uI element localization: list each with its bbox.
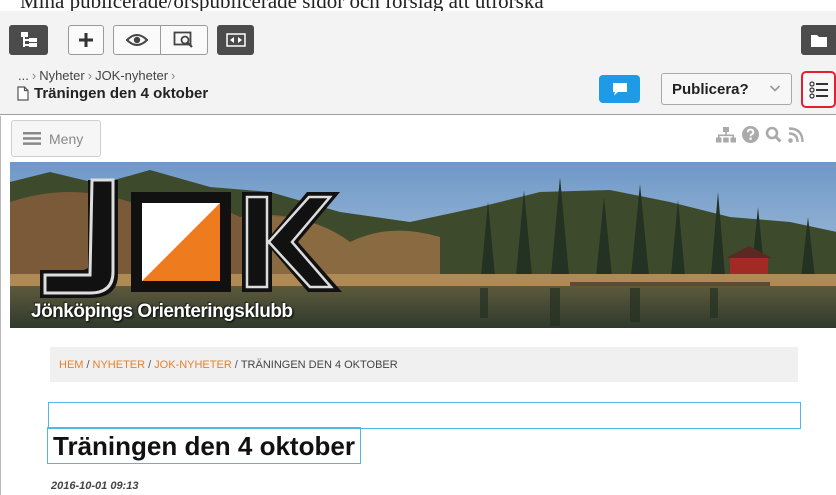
resize-horizontal-icon bbox=[225, 33, 246, 47]
page-document-icon bbox=[17, 86, 29, 101]
breadcrumb-item-nyheter[interactable]: Nyheter bbox=[39, 68, 85, 83]
add-button[interactable] bbox=[68, 25, 104, 55]
site-breadcrumb-jok-news[interactable]: JOK-NYHETER bbox=[154, 359, 232, 371]
folder-button[interactable] bbox=[801, 25, 836, 55]
plus-icon bbox=[79, 33, 93, 47]
site-preview: Meny Jönköpings Orienteringsklubb HEM / … bbox=[0, 116, 836, 495]
preview-search-icon bbox=[173, 31, 193, 48]
width-toggle-button[interactable] bbox=[217, 25, 254, 55]
view-button[interactable] bbox=[114, 26, 160, 54]
folder-icon bbox=[810, 34, 827, 47]
preview-button[interactable] bbox=[160, 26, 207, 54]
site-menu-button[interactable]: Meny bbox=[11, 120, 101, 157]
cut-off-tooltip: Mina publicerade/orspublicerade sidor oc… bbox=[0, 0, 836, 11]
help-icon[interactable] bbox=[742, 126, 759, 143]
list-icon bbox=[808, 80, 828, 99]
site-tree-icon bbox=[20, 32, 37, 47]
speech-bubble-icon bbox=[612, 83, 627, 96]
breadcrumb: ... › Nyheter › JOK-nyheter › bbox=[18, 68, 176, 83]
editable-empty-area[interactable] bbox=[48, 402, 801, 429]
menu-label: Meny bbox=[49, 130, 84, 147]
article-title[interactable]: Träningen den 4 oktober bbox=[47, 427, 361, 464]
breadcrumb-ellipsis[interactable]: ... bbox=[18, 68, 29, 83]
site-header-icons bbox=[716, 126, 804, 143]
rss-icon[interactable] bbox=[788, 126, 804, 143]
my-pages-list-button[interactable] bbox=[801, 71, 836, 108]
page-title-text: Träningen den 4 oktober bbox=[34, 85, 209, 102]
site-tree-button[interactable] bbox=[9, 25, 48, 55]
site-breadcrumb: HEM / NYHETER / JOK-NYHETER / TRÄNINGEN DEN 4 … bbox=[50, 347, 798, 382]
club-name: Jönköpings Orienteringsklubb bbox=[31, 301, 293, 322]
hamburger-icon bbox=[23, 132, 41, 145]
breadcrumb-item-jok-nyheter[interactable]: JOK-nyheter bbox=[95, 68, 168, 83]
chevron-down-icon bbox=[769, 85, 781, 92]
site-breadcrumb-current: TRÄNINGEN DEN 4 OKTOBER bbox=[240, 358, 398, 371]
tooltip-text: Mina publicerade/orspublicerade sidor oc… bbox=[0, 0, 836, 11]
article-date: 2016-10-01 09:13 bbox=[51, 480, 139, 492]
sitemap-icon[interactable] bbox=[716, 126, 736, 143]
editor-toolbar: ... › Nyheter › JOK-nyheter › Träningen den 4… bbox=[0, 11, 836, 115]
eye-icon bbox=[126, 34, 148, 46]
site-header-banner: Jönköpings Orienteringsklubb bbox=[10, 162, 836, 328]
site-breadcrumb-news[interactable]: NYHETER bbox=[93, 359, 146, 371]
comments-button[interactable] bbox=[599, 75, 640, 103]
publish-label: Publicera? bbox=[672, 80, 749, 98]
page-title: Träningen den 4 oktober bbox=[17, 85, 208, 102]
view-button-group bbox=[113, 25, 208, 55]
site-breadcrumb-home[interactable]: HEM bbox=[59, 359, 83, 371]
search-icon[interactable] bbox=[765, 126, 782, 143]
publish-dropdown[interactable]: Publicera? bbox=[661, 73, 792, 105]
